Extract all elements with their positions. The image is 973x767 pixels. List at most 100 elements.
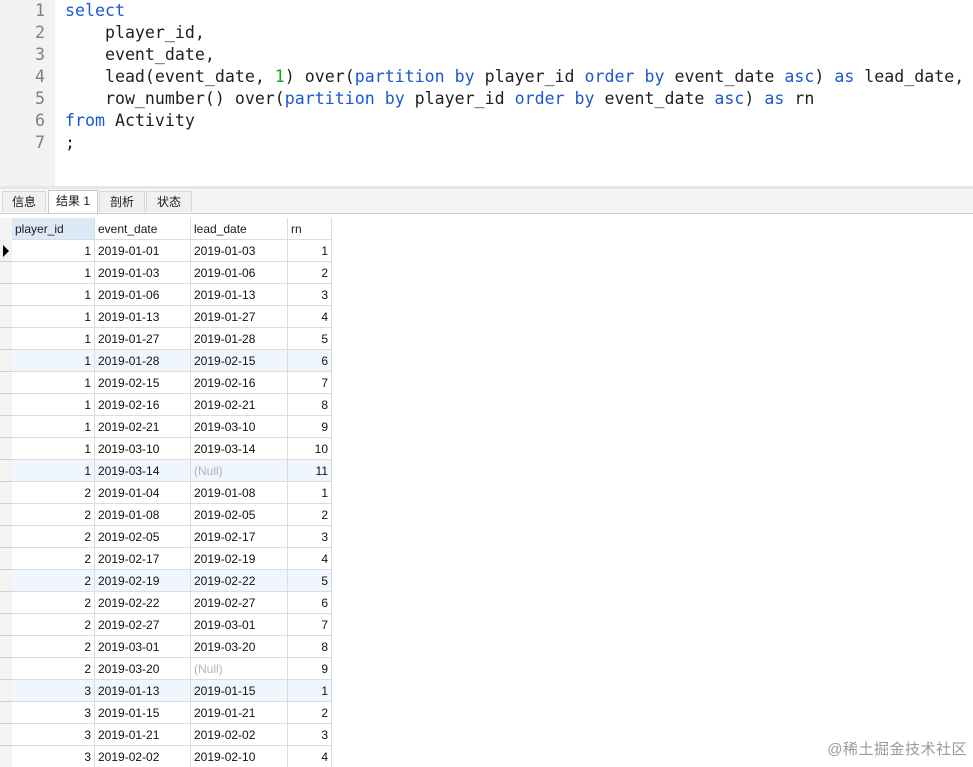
row-indicator[interactable] [0, 350, 12, 372]
table-row[interactable]: 3 2019-01-15 2019-01-21 2 [0, 702, 332, 724]
table-cell-rn[interactable]: 8 [288, 636, 332, 658]
table-row[interactable]: 1 2019-03-10 2019-03-14 10 [0, 438, 332, 460]
table-cell-lead-date[interactable]: (Null) [191, 460, 288, 482]
column-header-player-id[interactable]: player_id [12, 218, 95, 240]
table-cell-rn[interactable]: 1 [288, 680, 332, 702]
table-cell-lead-date[interactable]: 2019-02-15 [191, 350, 288, 372]
table-cell-lead-date[interactable]: 2019-01-28 [191, 328, 288, 350]
code-line[interactable]: 1 select [0, 0, 973, 22]
table-cell-event-date[interactable]: 2019-01-15 [95, 702, 191, 724]
tab-info[interactable]: 信息 [2, 191, 46, 212]
table-cell-player-id[interactable]: 1 [12, 460, 95, 482]
row-indicator[interactable] [0, 658, 12, 680]
code-text[interactable]: player_id, [65, 22, 205, 44]
table-row[interactable]: 3 2019-02-02 2019-02-10 4 [0, 746, 332, 767]
table-cell-rn[interactable]: 6 [288, 592, 332, 614]
table-cell-rn[interactable]: 2 [288, 262, 332, 284]
table-cell-lead-date[interactable]: 2019-01-06 [191, 262, 288, 284]
table-cell-event-date[interactable]: 2019-02-15 [95, 372, 191, 394]
column-header-rn[interactable]: rn [288, 218, 332, 240]
row-indicator[interactable] [0, 636, 12, 658]
table-cell-player-id[interactable]: 2 [12, 570, 95, 592]
result-grid[interactable]: player_id event_date lead_date rn 1 2019-… [0, 218, 973, 767]
table-cell-event-date[interactable]: 2019-02-17 [95, 548, 191, 570]
row-indicator[interactable] [0, 570, 12, 592]
table-cell-event-date[interactable]: 2019-01-04 [95, 482, 191, 504]
table-cell-player-id[interactable]: 2 [12, 636, 95, 658]
table-row[interactable]: 3 2019-01-21 2019-02-02 3 [0, 724, 332, 746]
table-cell-event-date[interactable]: 2019-03-10 [95, 438, 191, 460]
table-row[interactable]: 1 2019-02-16 2019-02-21 8 [0, 394, 332, 416]
table-cell-event-date[interactable]: 2019-02-16 [95, 394, 191, 416]
table-cell-player-id[interactable]: 2 [12, 526, 95, 548]
table-cell-event-date[interactable]: 2019-02-21 [95, 416, 191, 438]
code-text[interactable]: select [65, 0, 125, 22]
table-cell-lead-date[interactable]: 2019-03-20 [191, 636, 288, 658]
table-row[interactable]: 1 2019-03-14 (Null) 11 [0, 460, 332, 482]
table-cell-lead-date[interactable]: 2019-02-22 [191, 570, 288, 592]
column-header-event-date[interactable]: event_date [95, 218, 191, 240]
code-line[interactable]: 3 event_date, [0, 44, 973, 66]
row-indicator[interactable] [0, 394, 12, 416]
table-cell-lead-date[interactable]: 2019-01-27 [191, 306, 288, 328]
table-cell-rn[interactable]: 7 [288, 372, 332, 394]
table-cell-rn[interactable]: 9 [288, 658, 332, 680]
table-cell-event-date[interactable]: 2019-01-06 [95, 284, 191, 306]
table-cell-rn[interactable]: 9 [288, 416, 332, 438]
table-cell-event-date[interactable]: 2019-02-19 [95, 570, 191, 592]
table-cell-lead-date[interactable]: 2019-02-02 [191, 724, 288, 746]
table-cell-rn[interactable]: 2 [288, 702, 332, 724]
row-indicator[interactable] [0, 416, 12, 438]
code-text[interactable]: event_date, [65, 44, 215, 66]
table-cell-player-id[interactable]: 1 [12, 262, 95, 284]
table-cell-lead-date[interactable]: 2019-01-03 [191, 240, 288, 262]
table-row[interactable]: 2 2019-01-04 2019-01-08 1 [0, 482, 332, 504]
table-cell-lead-date[interactable]: (Null) [191, 658, 288, 680]
table-row[interactable]: 1 2019-01-01 2019-01-03 1 [0, 240, 332, 262]
table-row[interactable]: 1 2019-02-15 2019-02-16 7 [0, 372, 332, 394]
tab-result-1[interactable]: 结果 1 [48, 190, 98, 213]
table-cell-event-date[interactable]: 2019-02-22 [95, 592, 191, 614]
table-cell-player-id[interactable]: 3 [12, 702, 95, 724]
table-cell-event-date[interactable]: 2019-02-02 [95, 746, 191, 767]
table-cell-lead-date[interactable]: 2019-03-01 [191, 614, 288, 636]
table-cell-rn[interactable]: 11 [288, 460, 332, 482]
table-cell-player-id[interactable]: 1 [12, 284, 95, 306]
table-cell-rn[interactable]: 4 [288, 306, 332, 328]
table-cell-lead-date[interactable]: 2019-02-27 [191, 592, 288, 614]
code-line[interactable]: 2 player_id, [0, 22, 973, 44]
code-text[interactable]: from Activity [65, 110, 195, 132]
row-indicator[interactable] [0, 702, 12, 724]
table-cell-player-id[interactable]: 3 [12, 724, 95, 746]
table-cell-rn[interactable]: 7 [288, 614, 332, 636]
table-row[interactable]: 2 2019-02-05 2019-02-17 3 [0, 526, 332, 548]
table-cell-event-date[interactable]: 2019-01-08 [95, 504, 191, 526]
table-cell-lead-date[interactable]: 2019-02-19 [191, 548, 288, 570]
code-text[interactable]: ; [65, 132, 75, 154]
table-cell-rn[interactable]: 4 [288, 746, 332, 767]
sql-editor[interactable]: 1 select 2 player_id, 3 event_date, 4 lead(e… [0, 0, 973, 186]
table-row[interactable]: 1 2019-01-27 2019-01-28 5 [0, 328, 332, 350]
table-cell-event-date[interactable]: 2019-01-01 [95, 240, 191, 262]
table-cell-event-date[interactable]: 2019-02-27 [95, 614, 191, 636]
table-row[interactable]: 2 2019-01-08 2019-02-05 2 [0, 504, 332, 526]
table-cell-rn[interactable]: 4 [288, 548, 332, 570]
table-row[interactable]: 1 2019-02-21 2019-03-10 9 [0, 416, 332, 438]
table-row[interactable]: 2 2019-03-01 2019-03-20 8 [0, 636, 332, 658]
table-cell-player-id[interactable]: 1 [12, 240, 95, 262]
column-header-lead-date[interactable]: lead_date [191, 218, 288, 240]
row-indicator[interactable] [0, 592, 12, 614]
row-indicator[interactable] [0, 614, 12, 636]
table-row[interactable]: 1 2019-01-13 2019-01-27 4 [0, 306, 332, 328]
table-cell-player-id[interactable]: 3 [12, 680, 95, 702]
table-cell-player-id[interactable]: 2 [12, 482, 95, 504]
row-indicator[interactable] [0, 240, 12, 262]
table-cell-player-id[interactable]: 1 [12, 328, 95, 350]
table-cell-player-id[interactable]: 1 [12, 350, 95, 372]
row-indicator[interactable] [0, 548, 12, 570]
table-cell-player-id[interactable]: 2 [12, 548, 95, 570]
row-indicator[interactable] [0, 372, 12, 394]
table-cell-event-date[interactable]: 2019-03-01 [95, 636, 191, 658]
table-cell-event-date[interactable]: 2019-01-03 [95, 262, 191, 284]
table-cell-lead-date[interactable]: 2019-02-17 [191, 526, 288, 548]
